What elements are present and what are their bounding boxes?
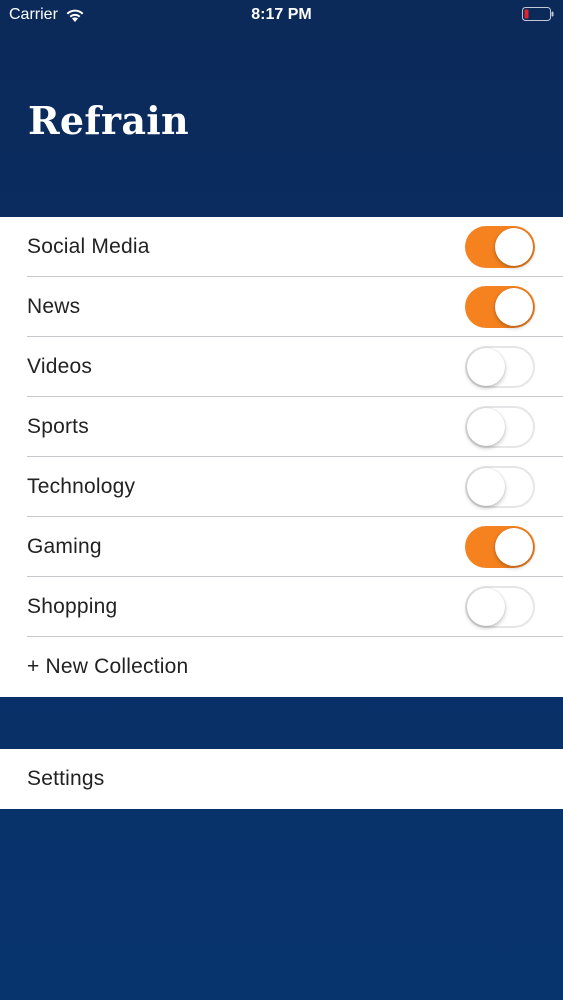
collection-label: Videos xyxy=(27,355,93,378)
collection-row[interactable]: News xyxy=(0,277,563,337)
collection-toggle[interactable] xyxy=(465,406,535,448)
collection-row[interactable]: Social Media xyxy=(0,217,563,277)
collection-row[interactable]: Shopping xyxy=(0,577,563,637)
collection-row[interactable]: Technology xyxy=(0,457,563,517)
new-collection-button[interactable]: + New Collection xyxy=(0,637,563,697)
collection-toggle[interactable] xyxy=(465,226,535,268)
collection-row[interactable]: Sports xyxy=(0,397,563,457)
app-title: Refrain xyxy=(28,98,189,143)
toggle-knob xyxy=(467,408,505,446)
new-collection-label: + New Collection xyxy=(27,655,189,678)
settings-label: Settings xyxy=(27,767,105,790)
collection-toggle[interactable] xyxy=(465,526,535,568)
toggle-knob xyxy=(467,588,505,626)
collection-row[interactable]: Videos xyxy=(0,337,563,397)
toggle-knob xyxy=(467,348,505,386)
collection-row[interactable]: Gaming xyxy=(0,517,563,577)
toggle-knob xyxy=(467,468,505,506)
settings-button[interactable]: Settings xyxy=(0,749,563,809)
collection-label: Sports xyxy=(27,415,89,438)
status-bar: Carrier 8:17 PM xyxy=(0,0,563,30)
collection-toggle[interactable] xyxy=(465,466,535,508)
toggle-knob xyxy=(495,288,533,326)
toggle-knob xyxy=(495,228,533,266)
collection-toggle[interactable] xyxy=(465,586,535,628)
collection-label: Social Media xyxy=(27,235,150,258)
battery-icon xyxy=(522,7,554,21)
status-time: 8:17 PM xyxy=(251,6,312,23)
collection-label: Technology xyxy=(27,475,136,498)
collection-toggle[interactable] xyxy=(465,286,535,328)
collection-label: Gaming xyxy=(27,535,102,558)
collection-label: Shopping xyxy=(27,595,118,618)
collections-list: Social Media News Videos Sports Technolo… xyxy=(0,217,563,697)
collection-label: News xyxy=(27,295,81,318)
toggle-knob xyxy=(495,528,533,566)
collection-toggle[interactable] xyxy=(465,346,535,388)
